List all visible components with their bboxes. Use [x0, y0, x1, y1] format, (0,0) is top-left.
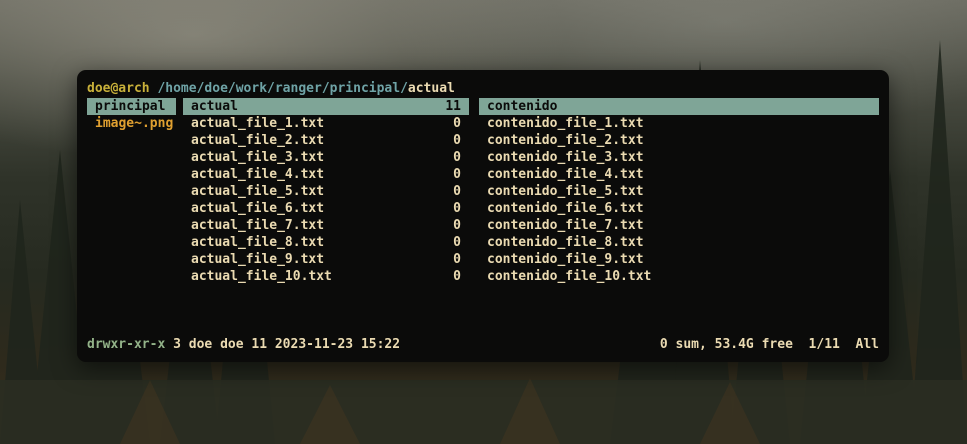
current-item-label: actual_file_1.txt: [191, 116, 325, 131]
preview-item-label: contenido_file_2.txt: [487, 133, 644, 148]
item-count: 0: [453, 235, 461, 250]
preview-item[interactable]: contenido_file_9.txt: [479, 251, 879, 268]
item-count: 0: [453, 201, 461, 216]
item-count: 0: [453, 116, 461, 131]
file-info: 3 doe doe 11 2023-11-23 15:22: [165, 337, 401, 352]
current-item[interactable]: actual_file_1.txt 0: [183, 115, 469, 132]
current-item-label: actual_file_2.txt: [191, 133, 325, 148]
preview-item[interactable]: contenido_file_10.txt: [479, 268, 879, 285]
item-count: 0: [453, 133, 461, 148]
item-count: 0: [453, 252, 461, 267]
parent-item-image[interactable]: image~.png: [87, 115, 176, 132]
current-item-label: actual_file_6.txt: [191, 201, 325, 216]
preview-item[interactable]: contenido_file_4.txt: [479, 166, 879, 183]
current-column: actual 11 actual_file_1.txt 0 actual_file_…: [183, 98, 469, 285]
current-item[interactable]: actual_file_6.txt 0: [183, 200, 469, 217]
status-left: drwxr-xr-x 3 doe doe 11 2023-11-23 15:22: [87, 336, 400, 353]
user-host: doe@arch: [87, 81, 150, 96]
item-count: 0: [453, 184, 461, 199]
item-count: 0: [453, 269, 461, 284]
preview-item-label: contenido_file_1.txt: [487, 116, 644, 131]
parent-item-label: image~.png: [95, 116, 174, 131]
preview-item[interactable]: contenido_file_3.txt: [479, 149, 879, 166]
current-item-label: actual_file_5.txt: [191, 184, 325, 199]
parent-item-label: principal: [95, 99, 166, 114]
item-count: 0: [453, 150, 461, 165]
current-item-label: actual_file_8.txt: [191, 235, 325, 250]
path-header: doe@arch /home/doe/work/ranger/principal…: [87, 80, 455, 97]
preview-item-label: contenido_file_7.txt: [487, 218, 644, 233]
preview-item-label: contenido_file_3.txt: [487, 150, 644, 165]
preview-item-label: contenido: [487, 99, 558, 114]
item-count: 11: [445, 99, 461, 114]
status-right: 0 sum, 53.4G free 1/11 All: [659, 337, 879, 352]
preview-item[interactable]: contenido_file_5.txt: [479, 183, 879, 200]
preview-item-label: contenido_file_9.txt: [487, 252, 644, 267]
current-dir: actual: [407, 81, 455, 96]
preview-item[interactable]: contenido_file_2.txt: [479, 132, 879, 149]
item-count: 0: [453, 167, 461, 182]
current-item[interactable]: actual_file_10.txt 0: [183, 268, 469, 285]
current-item[interactable]: actual_file_8.txt 0: [183, 234, 469, 251]
preview-item-label: contenido_file_10.txt: [487, 269, 652, 284]
current-item-label: actual_file_4.txt: [191, 167, 325, 182]
current-item-label: actual_file_7.txt: [191, 218, 325, 233]
preview-column: contenido contenido_file_1.txt contenido…: [479, 98, 879, 285]
terminal-window: doe@arch /home/doe/work/ranger/principal…: [77, 70, 889, 362]
preview-item-contenido[interactable]: contenido: [479, 98, 879, 115]
current-path: /home/doe/work/ranger/principal/: [157, 81, 408, 96]
current-item[interactable]: actual_file_3.txt 0: [183, 149, 469, 166]
current-item-label: actual_file_3.txt: [191, 150, 325, 165]
current-item[interactable]: actual_file_9.txt 0: [183, 251, 469, 268]
preview-item-label: contenido_file_6.txt: [487, 201, 644, 216]
current-item[interactable]: actual_file_7.txt 0: [183, 217, 469, 234]
parent-item-principal[interactable]: principal: [87, 98, 176, 115]
preview-item-label: contenido_file_8.txt: [487, 235, 644, 250]
preview-item-label: contenido_file_5.txt: [487, 184, 644, 199]
preview-item[interactable]: contenido_file_7.txt: [479, 217, 879, 234]
current-item-label: actual: [191, 99, 238, 114]
permissions: drwxr-xr-x: [87, 337, 166, 352]
item-count: 0: [453, 218, 461, 233]
current-item-actual[interactable]: actual 11: [183, 98, 469, 115]
preview-item[interactable]: contenido_file_8.txt: [479, 234, 879, 251]
current-item[interactable]: actual_file_2.txt 0: [183, 132, 469, 149]
current-item[interactable]: actual_file_4.txt 0: [183, 166, 469, 183]
preview-item[interactable]: contenido_file_6.txt: [479, 200, 879, 217]
current-item[interactable]: actual_file_5.txt 0: [183, 183, 469, 200]
preview-item-label: contenido_file_4.txt: [487, 167, 644, 182]
current-item-label: actual_file_9.txt: [191, 252, 325, 267]
current-item-label: actual_file_10.txt: [191, 269, 332, 284]
preview-item[interactable]: contenido_file_1.txt: [479, 115, 879, 132]
parent-column: principal image~.png: [87, 98, 176, 132]
